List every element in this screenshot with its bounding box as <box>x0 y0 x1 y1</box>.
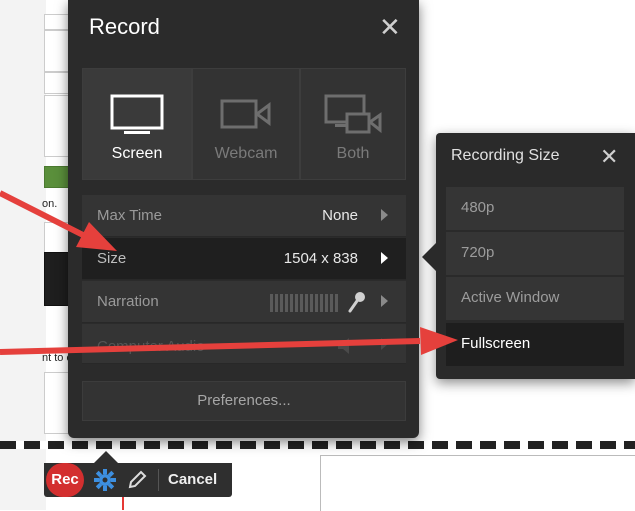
annotation-arrows <box>0 190 458 355</box>
arrow-to-fullscreen-icon <box>0 327 458 355</box>
arrow-to-size-icon <box>0 190 117 251</box>
